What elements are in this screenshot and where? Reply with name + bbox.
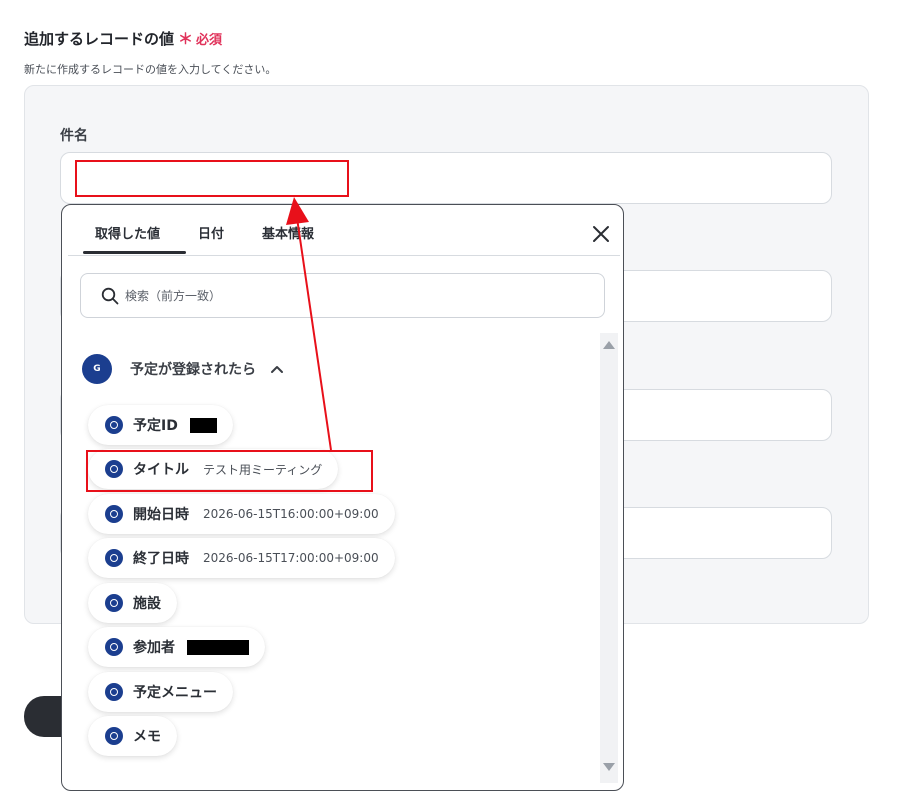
search-icon	[101, 287, 119, 305]
tab-acquired-values[interactable]: 取得した値	[95, 223, 160, 242]
close-icon	[593, 226, 609, 242]
chevron-up-icon[interactable]	[270, 362, 284, 376]
redacted-value	[189, 417, 217, 433]
popup-tabbar: 取得した値 日付 基本情報	[68, 205, 620, 256]
required-label: 必須	[196, 33, 223, 48]
tab-basic-info[interactable]: 基本情報	[262, 223, 314, 242]
search-input[interactable]	[125, 288, 585, 303]
group-title: 予定が登録されたら	[130, 362, 256, 378]
chip-end-datetime[interactable]: 終了日時 2026-06-15T17:00:00+09:00	[88, 538, 395, 578]
section-description: 新たに作成するレコードの値を入力してください。	[24, 63, 277, 76]
redacted-value	[187, 639, 249, 655]
chip-label: 予定メニュー	[133, 685, 217, 701]
close-button[interactable]	[588, 221, 614, 247]
field-label-subject: 件名	[60, 128, 88, 144]
garoon-logo: G	[82, 354, 112, 384]
scroll-up-arrow-icon[interactable]	[603, 341, 615, 349]
garoon-icon	[105, 683, 123, 701]
scroll-down-arrow-icon[interactable]	[603, 763, 615, 771]
chip-facility[interactable]: 施設	[88, 583, 177, 623]
chip-value: 2026-06-15T17:00:00+09:00	[203, 551, 379, 565]
chip-schedule-id[interactable]: 予定ID	[88, 405, 233, 445]
scrollbar[interactable]	[600, 333, 618, 783]
garoon-logo-text: G	[93, 364, 101, 374]
chip-label: 施設	[133, 596, 161, 612]
section-title-text: 追加するレコードの値	[24, 30, 175, 48]
chip-label: メモ	[133, 729, 161, 745]
annotation-highlight-chip	[86, 450, 373, 492]
chip-start-datetime[interactable]: 開始日時 2026-06-15T16:00:00+09:00	[88, 494, 395, 534]
garoon-icon	[105, 505, 123, 523]
chip-memo[interactable]: メモ	[88, 716, 177, 756]
chip-value: 2026-06-15T16:00:00+09:00	[203, 507, 379, 521]
garoon-icon	[105, 549, 123, 567]
variable-picker-popup: 取得した値 日付 基本情報 G 予定が登録されたら	[61, 204, 624, 791]
active-tab-indicator	[83, 251, 186, 254]
chip-label: 参加者	[133, 640, 175, 656]
chip-label: 開始日時	[133, 507, 189, 523]
chip-attendees[interactable]: 参加者	[88, 627, 265, 667]
search-box[interactable]	[80, 273, 605, 318]
annotation-highlight-input	[75, 160, 349, 197]
garoon-icon	[105, 638, 123, 656]
chip-label: 予定ID	[133, 418, 178, 434]
garoon-icon	[105, 594, 123, 612]
required-asterisk: ＊	[178, 30, 194, 48]
garoon-icon	[105, 416, 123, 434]
section-title: 追加するレコードの値 ＊ 必須	[24, 28, 222, 49]
group-header[interactable]: G 予定が登録されたら	[82, 354, 284, 384]
garoon-icon	[105, 727, 123, 745]
tab-date[interactable]: 日付	[198, 223, 224, 242]
chip-schedule-menu[interactable]: 予定メニュー	[88, 672, 233, 712]
chip-label: 終了日時	[133, 551, 189, 567]
